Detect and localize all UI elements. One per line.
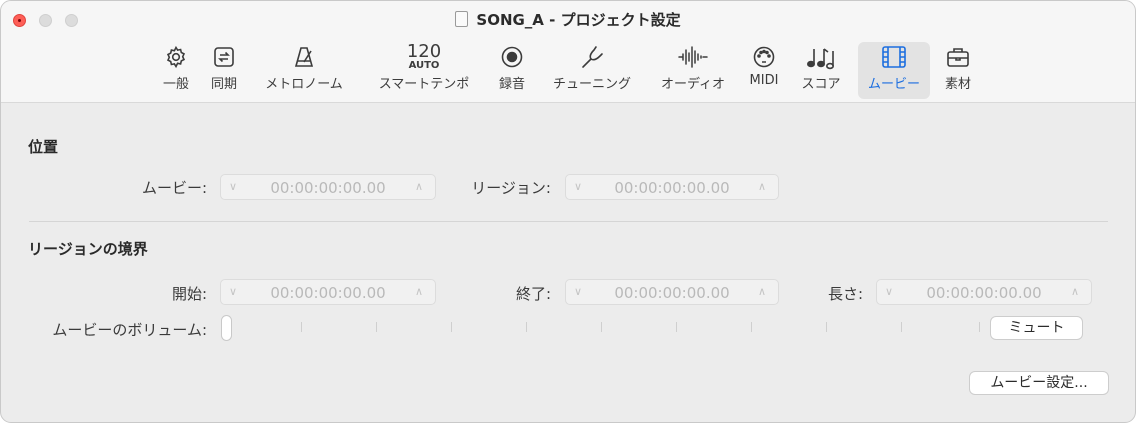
document-icon [455, 11, 469, 27]
increment-icon[interactable]: ∧ [415, 180, 429, 194]
sync-icon [207, 42, 241, 72]
tuning-fork-icon [545, 42, 639, 72]
tempo-value: 120 [406, 40, 442, 62]
gear-icon [159, 42, 193, 72]
volume-slider-track[interactable] [227, 327, 980, 328]
tab-metronome[interactable]: メトロノーム [257, 42, 351, 99]
slider-tick [826, 322, 827, 332]
section-divider [29, 221, 1108, 222]
slider-tick [376, 322, 377, 332]
start-field[interactable]: ∨ 00:00:00:00.00 ∧ [220, 279, 436, 305]
slider-tick [676, 322, 677, 332]
increment-icon[interactable]: ∧ [1071, 285, 1085, 299]
film-icon [858, 42, 930, 72]
tab-label: 同期 [210, 77, 237, 92]
tab-label: 素材 [944, 77, 971, 92]
tab-smart-tempo[interactable]: 120 AUTO スマートテンポ [369, 42, 479, 99]
increment-icon[interactable]: ∧ [758, 285, 772, 299]
movie-position-field[interactable]: ∨ 00:00:00:00.00 ∧ [220, 174, 436, 200]
tab-tuning[interactable]: チューニング [545, 42, 639, 99]
tab-label: メトロノーム [265, 77, 343, 92]
position-heading: 位置 [28, 138, 59, 156]
tab-movie[interactable]: ムービー [858, 42, 930, 99]
notes-icon [797, 42, 845, 72]
length-label: 長さ: [827, 285, 863, 303]
record-icon [493, 42, 531, 72]
tab-label: スマートテンポ [378, 77, 470, 92]
movie-volume-label: ムービーのボリューム: [52, 321, 207, 339]
slider-tick [751, 322, 752, 332]
tab-label: ムービー [867, 77, 920, 92]
tab-general[interactable]: 一般 [159, 42, 193, 99]
slider-tick [526, 322, 527, 332]
slider-tick [901, 322, 902, 332]
window-title: SONG_A - プロジェクト設定 [1, 9, 1135, 30]
tab-label: 録音 [498, 77, 525, 92]
end-field[interactable]: ∨ 00:00:00:00.00 ∧ [565, 279, 779, 305]
tab-score[interactable]: スコア [797, 42, 845, 99]
midi-port-icon [745, 42, 783, 72]
end-value: 00:00:00:00.00 [614, 284, 730, 302]
region-position-field[interactable]: ∨ 00:00:00:00.00 ∧ [565, 174, 779, 200]
tab-record[interactable]: 録音 [493, 42, 531, 99]
tab-sync[interactable]: 同期 [207, 42, 241, 99]
tab-label: 一般 [162, 77, 189, 92]
tab-midi[interactable]: MIDI [745, 42, 783, 99]
mute-button[interactable]: ミュート [990, 316, 1083, 340]
movie-settings-button[interactable]: ムービー設定... [969, 371, 1109, 395]
waveform-icon [654, 42, 732, 72]
region-bounds-heading: リージョンの境界 [28, 240, 148, 258]
title-bar: SONG_A - プロジェクト設定 一般 同期 メトロノーム 120 AUTO … [1, 1, 1135, 103]
movie-position-value: 00:00:00:00.00 [270, 179, 386, 197]
slider-tick [979, 322, 980, 332]
length-value: 00:00:00:00.00 [926, 284, 1042, 302]
project-settings-window: SONG_A - プロジェクト設定 一般 同期 メトロノーム 120 AUTO … [0, 0, 1136, 423]
increment-icon[interactable]: ∧ [758, 180, 772, 194]
tempo-display: 120 AUTO [369, 42, 479, 72]
region-position-label: リージョン: [471, 179, 551, 197]
start-label: 開始: [171, 285, 207, 303]
tab-label: MIDI [749, 73, 779, 88]
slider-tick [451, 322, 452, 332]
end-label: 終了: [515, 285, 551, 303]
tab-label: チューニング [552, 77, 631, 92]
tab-assets[interactable]: 素材 [941, 42, 975, 99]
briefcase-icon [941, 42, 975, 72]
tab-audio[interactable]: オーディオ [654, 42, 732, 99]
start-value: 00:00:00:00.00 [270, 284, 386, 302]
window-title-text: SONG_A - プロジェクト設定 [476, 11, 681, 29]
region-position-value: 00:00:00:00.00 [614, 179, 730, 197]
metronome-icon [257, 42, 351, 72]
tempo-mode: AUTO [408, 59, 440, 71]
tab-label: オーディオ [660, 77, 726, 92]
tab-label: スコア [801, 77, 841, 92]
slider-tick [301, 322, 302, 332]
increment-icon[interactable]: ∧ [415, 285, 429, 299]
length-field[interactable]: ∨ 00:00:00:00.00 ∧ [876, 279, 1092, 305]
movie-position-label: ムービー: [141, 179, 207, 197]
volume-slider-knob[interactable] [221, 315, 232, 341]
slider-tick [601, 322, 602, 332]
